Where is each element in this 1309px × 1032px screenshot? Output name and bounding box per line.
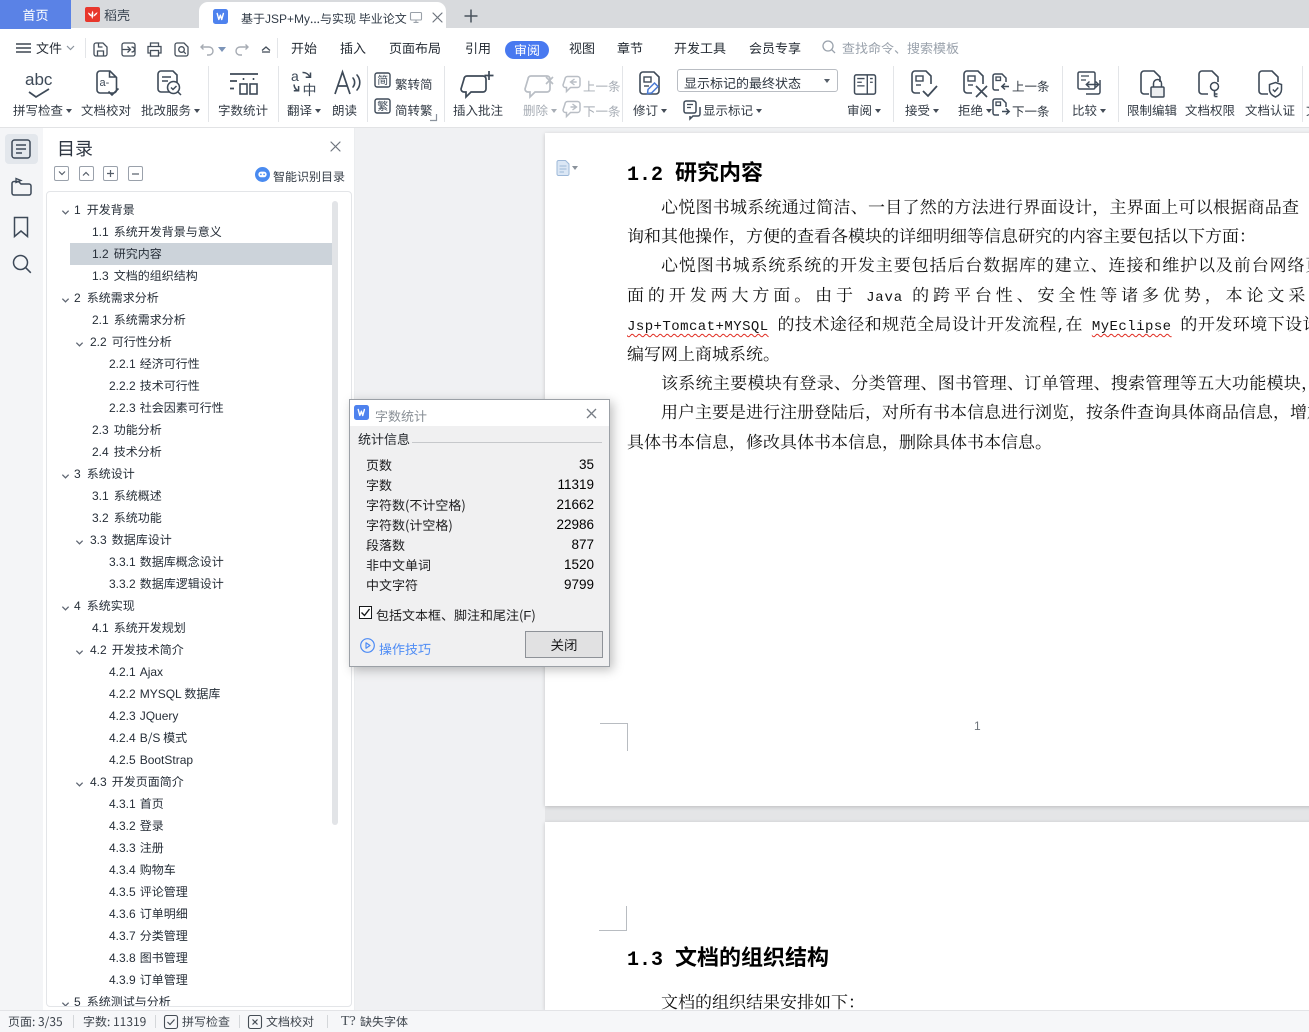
svg-text:a: a <box>291 68 299 84</box>
svg-text:a-: a- <box>100 77 110 89</box>
svg-text:繁: 繁 <box>377 98 388 114</box>
svg-text:简: 简 <box>377 72 388 88</box>
svg-text:中: 中 <box>303 80 317 100</box>
